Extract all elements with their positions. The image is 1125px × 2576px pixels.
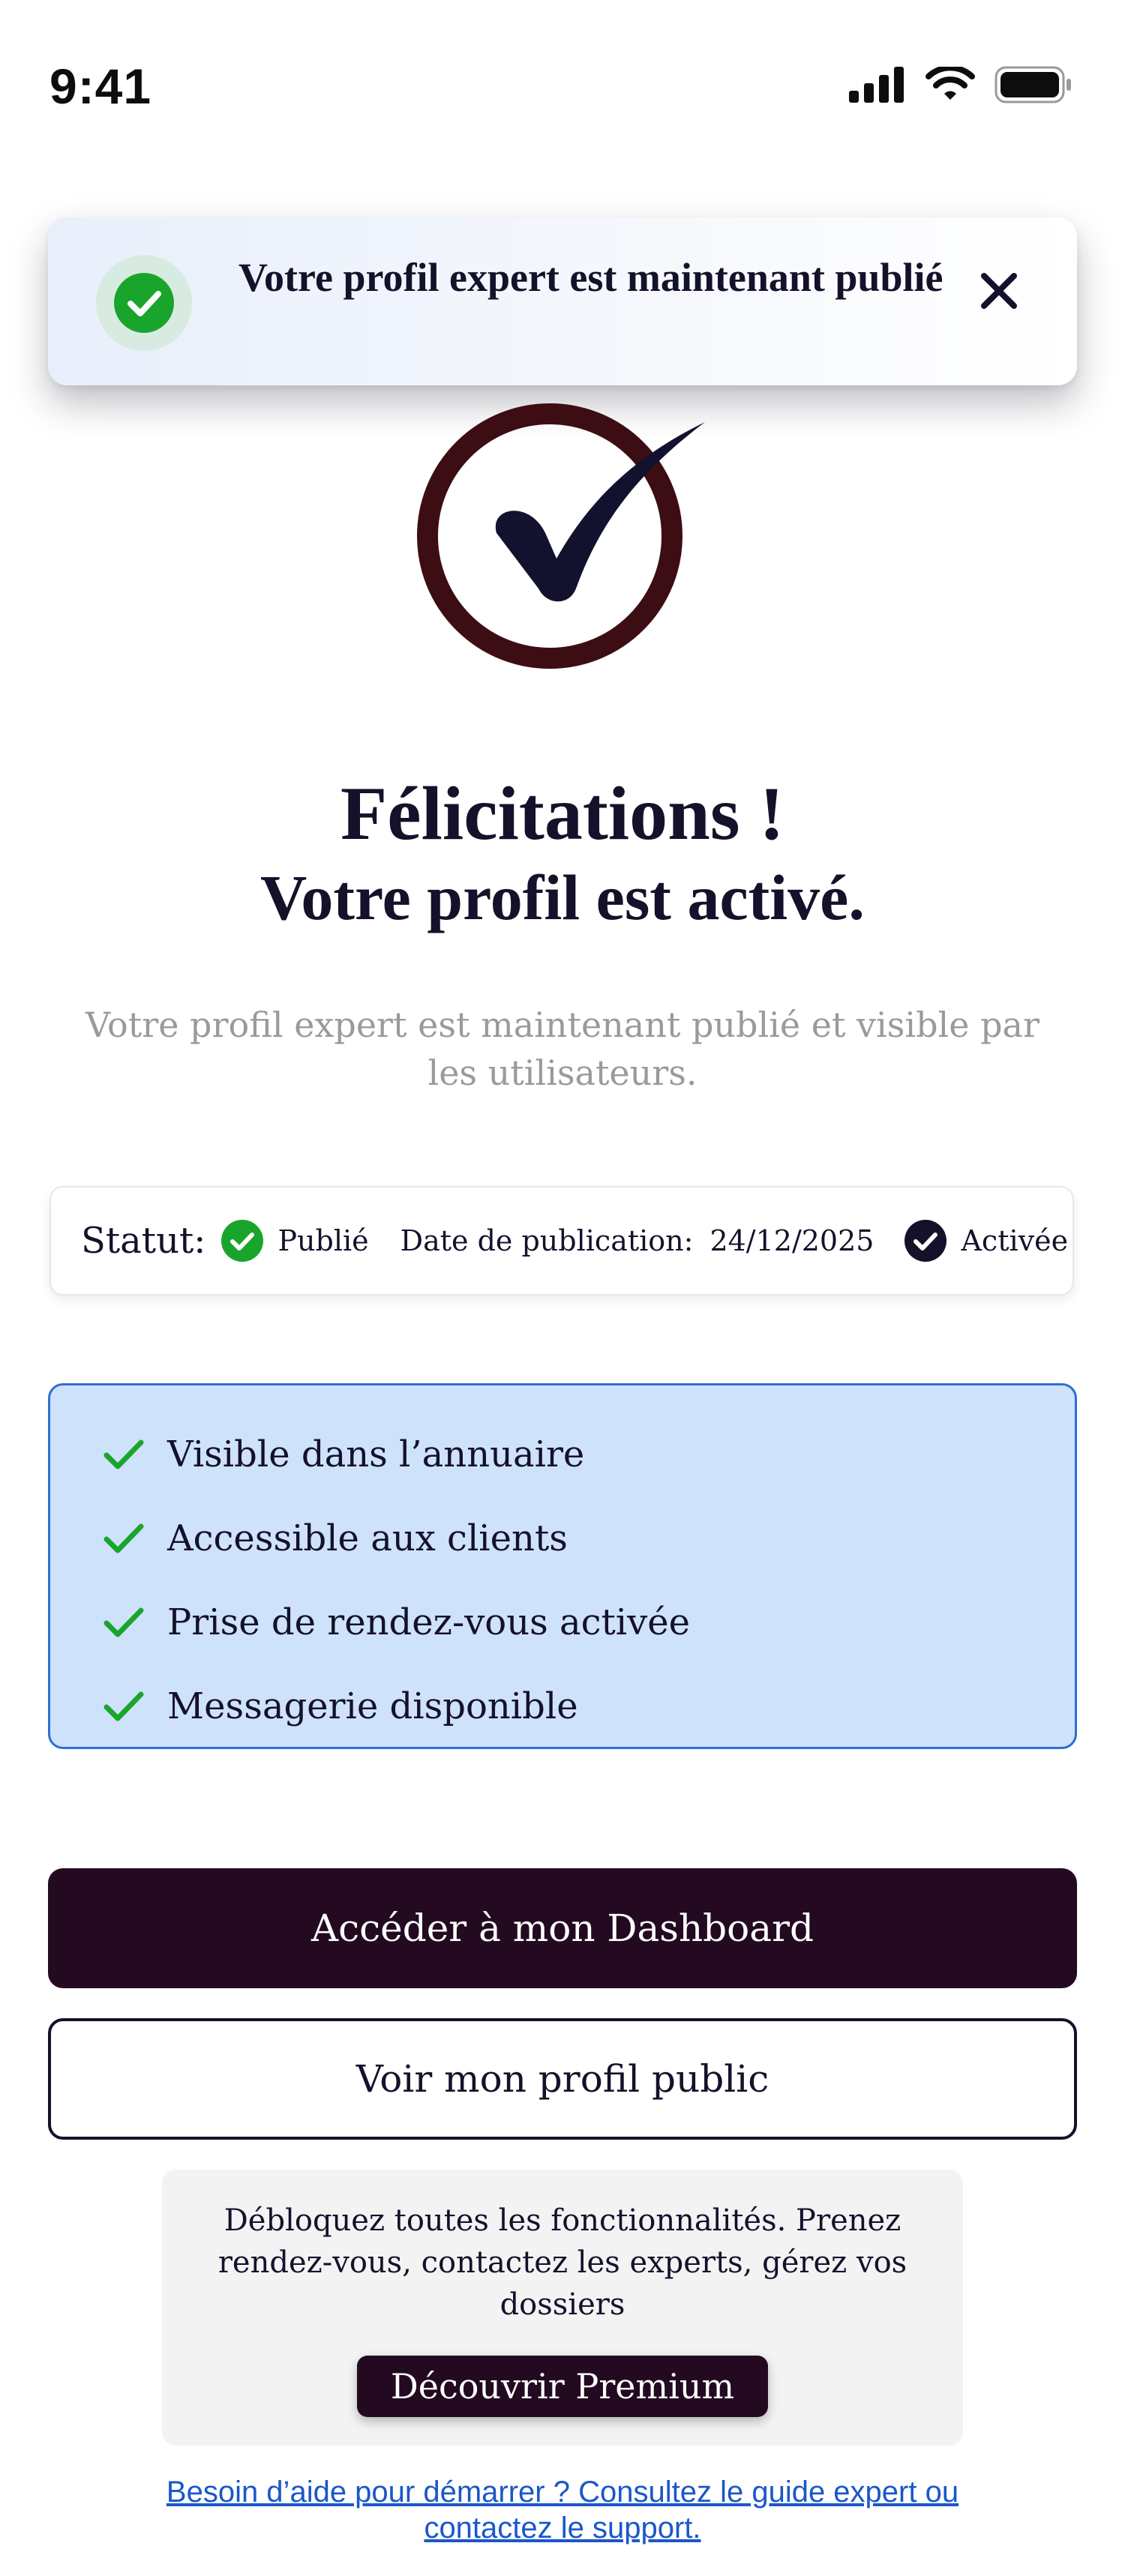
signal-icon [849, 67, 906, 106]
status-icons [849, 64, 1072, 106]
page-subtitle: Votre profil est activé. [260, 861, 865, 933]
publication-date-value: 24/12/2025 [710, 1224, 874, 1257]
list-item: Accessible aux clients [103, 1496, 1075, 1580]
check-icon [104, 1439, 144, 1469]
dashboard-button[interactable]: Accéder à mon Dashboard [48, 1868, 1077, 1988]
feature-label: Visible dans l’annuaire [167, 1433, 585, 1475]
check-icon [104, 1691, 144, 1721]
features-list: Visible dans l’annuaire Accessible aux c… [48, 1383, 1077, 1749]
page-title: Félicitations ! [340, 771, 785, 856]
check-circle-icon [904, 1219, 947, 1263]
check-icon [104, 1523, 144, 1553]
large-check-circle-icon [412, 401, 712, 674]
help-link[interactable]: Besoin d’aide pour démarrer ? Consultez … [142, 2474, 982, 2546]
activation-status: Activée [961, 1224, 1069, 1257]
status-badge: Publié [278, 1224, 369, 1257]
feature-label: Messagerie disponible [167, 1685, 578, 1727]
feature-label: Prise de rendez-vous activée [167, 1601, 691, 1643]
success-toast: Votre profil expert est maintenant publi… [48, 217, 1077, 385]
publication-date-label: Date de publication: [400, 1224, 694, 1257]
close-icon[interactable] [969, 261, 1029, 321]
premium-card: Débloquez toutes les fonctionnalités. Pr… [162, 2170, 963, 2446]
status-label: Statut: [81, 1220, 206, 1262]
status-card: Statut: Publié Date de publication: 24/1… [50, 1186, 1074, 1295]
view-public-profile-button[interactable]: Voir mon profil public [48, 2018, 1077, 2140]
check-circle-icon [220, 1219, 264, 1263]
wifi-icon [926, 64, 975, 106]
list-item: Messagerie disponible [103, 1664, 1075, 1748]
toast-message: Votre profil expert est maintenant publi… [238, 255, 944, 300]
check-icon [104, 1607, 144, 1637]
list-item: Prise de rendez-vous activée [103, 1580, 1075, 1664]
page-description: Votre profil expert est maintenant publi… [86, 1005, 1040, 1093]
check-circle-icon [96, 255, 192, 351]
battery-icon [994, 66, 1072, 106]
status-time: 9:41 [50, 58, 152, 114]
status-bar: 9:41 [0, 0, 1125, 150]
feature-label: Accessible aux clients [167, 1517, 568, 1559]
discover-premium-button[interactable]: Découvrir Premium [357, 2356, 768, 2417]
list-item: Visible dans l’annuaire [103, 1412, 1075, 1496]
premium-text: Débloquez toutes les fonctionnalités. Pr… [218, 2203, 908, 2322]
